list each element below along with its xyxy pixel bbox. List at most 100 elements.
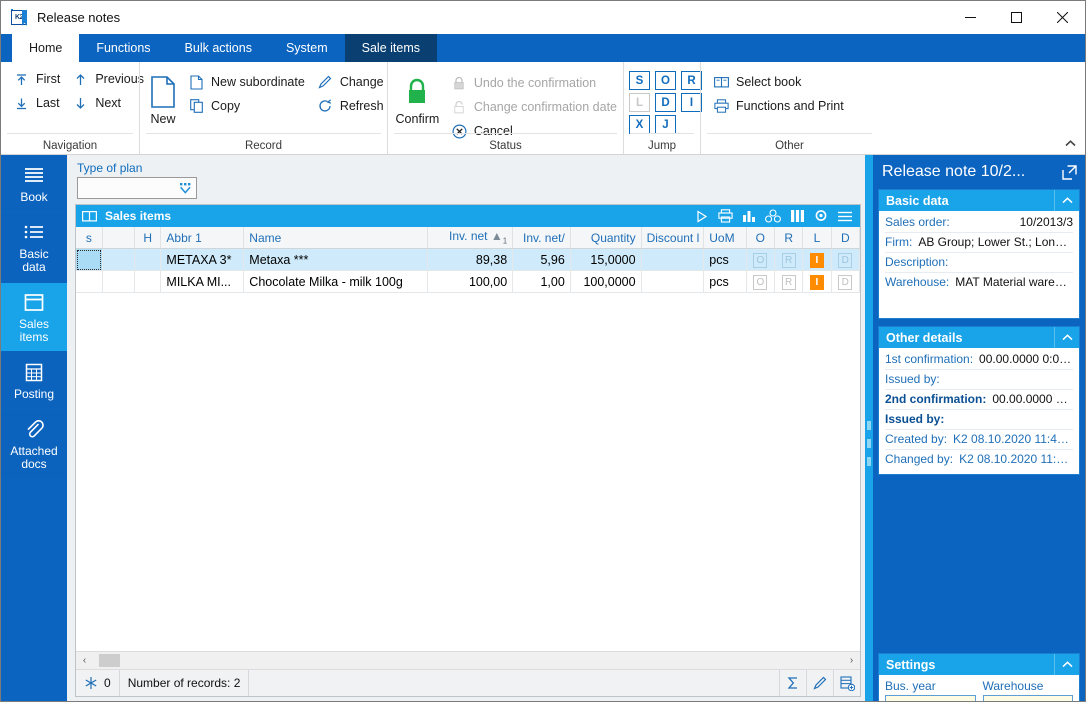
sum-sigma-icon[interactable] [779,670,806,696]
refresh-button[interactable]: Refresh [311,94,390,118]
cell-r[interactable]: R [774,248,804,271]
undo-confirmation-button[interactable]: Undo the confirmation [445,71,623,95]
column-header-blank[interactable] [102,227,136,249]
tab-sale-items[interactable]: Sale items [344,34,437,62]
change-confirmation-date-button[interactable]: Change confirmation date [445,95,623,119]
jump-button-d[interactable]: D [655,93,676,112]
minimize-button[interactable] [947,1,993,34]
tab-functions[interactable]: Functions [79,34,167,62]
column-header-l[interactable]: L [802,227,832,249]
tab-bulk-actions[interactable]: Bulk actions [168,34,269,62]
cell-l[interactable]: I [802,270,832,293]
column-header-inv-net[interactable]: Inv. net ▲1 [427,227,514,249]
cell-blank[interactable] [102,248,136,271]
maximize-button[interactable] [993,1,1039,34]
last-button[interactable]: Last [7,91,66,115]
chevron-up-icon[interactable] [1054,327,1079,348]
grid-horizontal-scrollbar[interactable]: ‹ › [76,651,860,669]
cell-s[interactable] [76,248,103,271]
table-row[interactable]: MILKA MI... Chocolate Milka - milk 100g … [76,270,861,293]
settings-gear-icon[interactable] [809,205,833,227]
new-subordinate-button[interactable]: New subordinate [182,70,311,94]
functions-and-print-button[interactable]: Functions and Print [707,94,850,118]
scroll-thumb[interactable] [99,654,120,667]
cell-s[interactable] [76,270,103,293]
cell-r[interactable]: R [774,270,804,293]
cell-h[interactable] [134,248,162,271]
column-header-quantity[interactable]: Quantity [570,227,642,249]
cell-uom[interactable]: pcs [703,248,747,271]
olap-cube-icon[interactable] [761,205,785,227]
menu-hamburger-icon[interactable] [833,205,857,227]
next-button[interactable]: Next [66,91,150,115]
cell-abbr1[interactable]: METAXA 3* [160,248,245,271]
column-header-s[interactable]: s [76,227,103,249]
column-header-uom[interactable]: UoM [703,227,747,249]
cell-o[interactable]: O [746,248,776,271]
select-book-button[interactable]: Select book [707,70,850,94]
column-header-abbr1[interactable]: Abbr 1 [160,227,245,249]
cell-discount[interactable] [641,248,705,271]
jump-button-x[interactable]: X [629,115,650,134]
cell-name[interactable]: Metaxa *** [243,248,429,271]
chart-icon[interactable] [737,205,761,227]
column-header-discount[interactable]: Discount l [641,227,705,249]
input-warehouse[interactable] [982,695,1073,701]
panel-splitter[interactable] [865,155,873,701]
scroll-track[interactable] [93,652,843,669]
jump-button-o[interactable]: O [655,71,676,90]
input-bus-year[interactable]: 2022 [885,695,976,701]
sidebar-item-sales-items[interactable]: Sales items [1,283,67,351]
print-icon[interactable] [713,205,737,227]
close-button[interactable] [1039,1,1085,34]
card-header-settings[interactable]: Settings [879,654,1079,675]
column-header-name[interactable]: Name [243,227,429,249]
card-header-basic-data[interactable]: Basic data [879,190,1079,211]
change-button[interactable]: Change [311,70,390,94]
jump-button-r[interactable]: R [681,71,702,90]
jump-button-j[interactable]: J [655,115,676,134]
cell-h[interactable] [134,270,162,293]
popout-icon[interactable] [1058,161,1080,183]
cell-quantity[interactable]: 15,0000 [570,248,642,271]
run-icon[interactable] [689,205,713,227]
column-header-h[interactable]: H [134,227,162,249]
sidebar-item-attached-docs[interactable]: Attached docs [1,410,67,478]
tab-system[interactable]: System [269,34,345,62]
jump-button-l[interactable]: L [629,93,650,112]
sidebar-item-book[interactable]: Book [1,156,67,211]
cell-inv-net[interactable]: 89,38 [427,248,514,271]
cell-inv-net-unit[interactable]: 1,00 [512,270,571,293]
add-record-icon[interactable] [833,670,860,696]
copy-button[interactable]: Copy [182,94,311,118]
chevron-left-icon[interactable]: ‹ [76,652,93,669]
table-row[interactable]: METAXA 3* Metaxa *** 89,38 5,96 15,0000 … [76,248,861,271]
tab-home[interactable]: Home [12,34,80,62]
cell-quantity[interactable]: 100,0000 [570,270,642,293]
filter-indicator[interactable]: 0 [76,670,120,696]
chevron-up-icon[interactable] [1054,190,1079,211]
chevron-up-icon[interactable] [1054,654,1079,675]
chevron-right-icon[interactable]: › [843,652,860,669]
jump-button-s[interactable]: S [629,71,650,90]
edit-pencil-icon[interactable] [806,670,833,696]
jump-button-i[interactable]: I [681,93,702,112]
column-header-r[interactable]: R [774,227,804,249]
cell-inv-net[interactable]: 100,00 [427,270,514,293]
cell-d[interactable]: D [831,270,861,293]
sidebar-item-basic-data[interactable]: Basic data [1,213,67,281]
first-button[interactable]: First [7,67,66,91]
columns-icon[interactable] [785,205,809,227]
previous-button[interactable]: Previous [66,67,150,91]
cell-abbr1[interactable]: MILKA MI... [160,270,245,293]
column-header-d[interactable]: D [831,227,861,249]
cell-l[interactable]: I [802,248,832,271]
cell-uom[interactable]: pcs [703,270,747,293]
column-header-inv-net-unit[interactable]: Inv. net/ [512,227,571,249]
cell-discount[interactable] [641,270,705,293]
cell-inv-net-unit[interactable]: 5,96 [512,248,571,271]
card-header-other-details[interactable]: Other details [879,327,1079,348]
sidebar-item-posting[interactable]: Posting [1,353,67,408]
type-of-plan-input[interactable] [77,177,197,199]
column-header-o[interactable]: O [746,227,776,249]
